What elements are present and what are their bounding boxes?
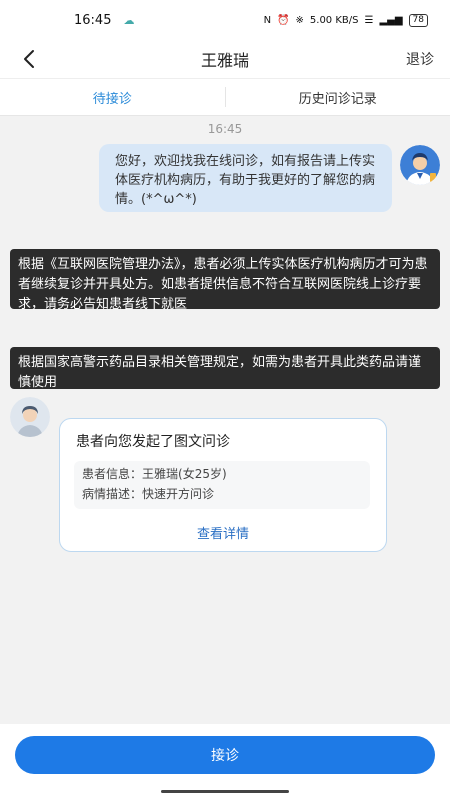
chevron-left-icon — [24, 50, 34, 68]
withdraw-consult-button[interactable]: 退诊 — [406, 49, 434, 69]
description-label: 病情描述： — [82, 487, 143, 501]
drug-warning-notice: 根据国家高警示药品目录相关管理规定，如需为患者开具此类药品请谨慎使用 — [10, 347, 440, 390]
tab-pending[interactable]: 待接诊 — [0, 79, 225, 115]
status-bar: 16:45 ☁ N ⏰ ※ 5.00 KB/S ☰ ▂▄▆ 78 — [0, 0, 450, 40]
description-value: 快速开方问诊 — [142, 487, 215, 501]
patient-info-value: 王雅瑞(女25岁) — [142, 467, 227, 481]
network-speed: 5.00 KB/S — [309, 14, 359, 26]
accept-consult-button[interactable]: 接诊 — [15, 736, 435, 774]
patient-avatar[interactable] — [10, 397, 50, 437]
doctor-avatar-icon — [400, 145, 440, 185]
description-row: 病情描述：快速开方问诊 — [82, 484, 362, 504]
home-indicator[interactable] — [161, 790, 289, 793]
back-button[interactable] — [14, 44, 44, 74]
doctor-avatar[interactable] — [400, 145, 440, 185]
patient-avatar-icon — [10, 397, 50, 437]
patient-info-box: 患者信息：王雅瑞(女25岁) 病情描述：快速开方问诊 — [74, 461, 370, 509]
alarm-icon: ⏰ — [277, 14, 290, 26]
tab-history[interactable]: 历史问诊记录 — [226, 79, 450, 115]
card-title: 患者向您发起了图文问诊 — [76, 434, 230, 450]
consult-request-card: 患者向您发起了图文问诊 患者信息：王雅瑞(女25岁) 病情描述：快速开方问诊 查… — [59, 418, 387, 552]
battery-indicator: 78 — [408, 13, 428, 27]
page-title: 王雅瑞 — [200, 51, 249, 70]
patient-info-label: 患者信息： — [82, 467, 143, 481]
status-time: 16:45 — [74, 12, 112, 28]
signal-icon: ▂▄▆ — [379, 14, 403, 26]
status-icons: N ⏰ ※ 5.00 KB/S ☰ ▂▄▆ 78 — [263, 13, 428, 27]
bottom-bar: 接诊 — [0, 724, 450, 800]
doctor-message-bubble: 您好，欢迎找我在线问诊，如有报告请上传实体医疗机构病历，有助于我更好的了解您的病… — [99, 144, 392, 212]
chat-timestamp: 16:45 — [207, 122, 243, 136]
app-notification-icon: ☁ — [123, 13, 135, 27]
regulation-notice: 根据《互联网医院管理办法》，患者必须上传实体医疗机构病历才可为患者继续复诊并开具… — [10, 249, 440, 312]
view-details-link[interactable]: 查看详情 — [60, 523, 386, 542]
bluetooth-icon: ※ — [295, 14, 304, 26]
nav-bar: 王雅瑞 退诊 — [0, 40, 450, 78]
wifi-icon: ☰ — [364, 14, 374, 26]
tab-bar: 待接诊 历史问诊记录 — [0, 78, 450, 116]
patient-info-row: 患者信息：王雅瑞(女25岁) — [82, 464, 362, 484]
nfc-icon: N — [263, 14, 272, 26]
